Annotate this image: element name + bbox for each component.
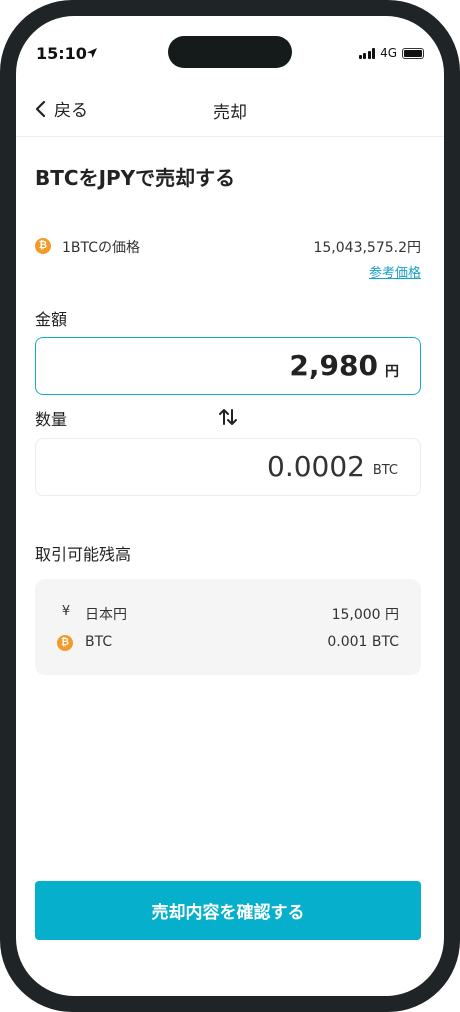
amount-unit: 円 [385, 364, 399, 380]
app-screen: 15:10 4G 戻る 売却 BTCをJPYで売却する ₿ 1BTCの価格 15… [16, 16, 444, 996]
quantity-unit: BTC [372, 463, 398, 478]
battery-icon [402, 47, 424, 59]
price-value: 15,043,575.2円 [313, 240, 421, 256]
status-right-group: 4G [358, 46, 424, 60]
dynamic-island [168, 36, 292, 68]
quantity-label: 数量 [35, 410, 68, 429]
balance-currency-name: BTC [85, 634, 113, 650]
amount-value: 2,980 [289, 349, 378, 382]
balance-card: ¥ 日本円 15,000 円 ₿ BTC 0.001 BTC [35, 579, 421, 675]
bitcoin-icon: ₿ [35, 238, 51, 254]
balance-row-jpy: ¥ 日本円 15,000 円 [57, 603, 399, 625]
balance-amount: 0.001 BTC [327, 634, 399, 650]
amount-input[interactable]: 2,980 円 [35, 337, 421, 395]
price-label: 1BTCの価格 [62, 240, 141, 256]
phone-frame: 15:10 4G 戻る 売却 BTCをJPYで売却する ₿ 1BTCの価格 15… [0, 0, 460, 1012]
page-title: 売却 [213, 103, 247, 123]
balance-amount: 15,000 円 [331, 607, 399, 623]
yen-icon: ¥ [61, 604, 71, 619]
amount-label: 金額 [35, 310, 68, 329]
status-time: 15:10 [36, 44, 87, 63]
quantity-value: 0.0002 [267, 450, 365, 483]
reference-price-link[interactable]: 参考価格 [369, 262, 421, 281]
balance-row-btc: ₿ BTC 0.001 BTC [57, 633, 399, 655]
btc-price-row: ₿ 1BTCの価格 15,043,575.2円 [35, 236, 421, 260]
confirm-sell-button[interactable]: 売却内容を確認する [35, 881, 421, 940]
swap-vertical-icon[interactable] [216, 405, 240, 429]
quantity-input[interactable]: 0.0002 BTC [35, 438, 421, 496]
bitcoin-icon: ₿ [57, 635, 73, 651]
signal-icon [358, 47, 376, 59]
location-arrow-icon [87, 48, 97, 58]
balance-currency-name: 日本円 [85, 607, 127, 623]
network-type: 4G [380, 46, 397, 60]
sell-heading: BTCをJPYで売却する [35, 166, 236, 190]
nav-bar: 戻る 売却 [16, 86, 444, 137]
available-balance-title: 取引可能残高 [35, 545, 132, 564]
